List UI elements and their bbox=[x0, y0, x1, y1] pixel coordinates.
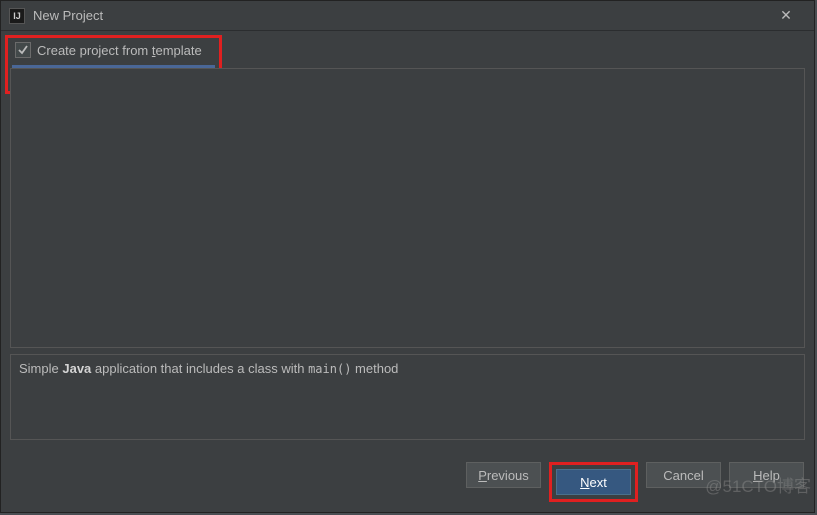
annotation-highlight-next: Next bbox=[549, 462, 638, 502]
close-icon[interactable]: ✕ bbox=[766, 7, 806, 24]
new-project-dialog: IJ New Project ✕ Create project from tem… bbox=[0, 0, 815, 513]
window-title: New Project bbox=[33, 8, 766, 23]
template-list[interactable] bbox=[10, 68, 805, 348]
dialog-content: Create project from template Command Lin… bbox=[1, 31, 814, 454]
template-description: Simple Java application that includes a … bbox=[10, 354, 805, 440]
checkbox-label: Create project from template bbox=[37, 43, 202, 58]
create-from-template-checkbox[interactable]: Create project from template bbox=[13, 42, 214, 58]
titlebar: IJ New Project ✕ bbox=[1, 1, 814, 31]
intellij-icon: IJ bbox=[9, 8, 25, 24]
cancel-button[interactable]: Cancel bbox=[646, 462, 721, 488]
button-bar: Previous Next Cancel Help bbox=[1, 454, 814, 512]
previous-button[interactable]: Previous bbox=[466, 462, 541, 488]
checkbox-icon bbox=[15, 42, 31, 58]
next-button[interactable]: Next bbox=[556, 469, 631, 495]
help-button[interactable]: Help bbox=[729, 462, 804, 488]
